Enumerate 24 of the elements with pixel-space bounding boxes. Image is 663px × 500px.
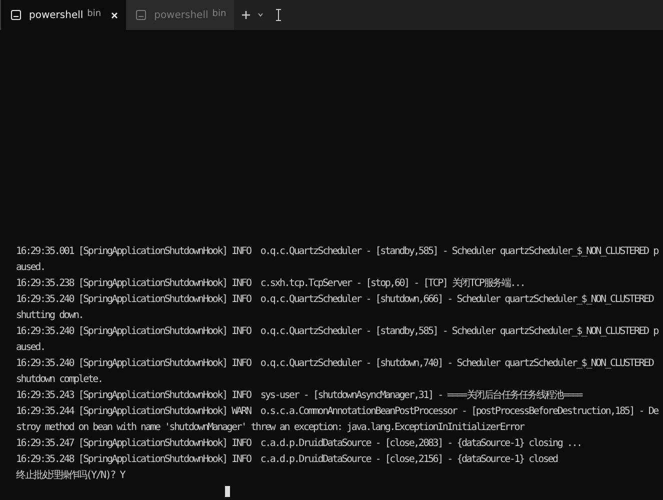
terminal-icon bbox=[136, 10, 146, 20]
terminal-line: aused. bbox=[16, 341, 46, 355]
terminal-line: stroy method on bean with name 'shutdownManager' threw an exception: java.lang.ExceptionInInitializerError bbox=[16, 421, 526, 435]
terminal-line: 16:29:35.238 [SpringApplicationShutdownHook] INFO c.sxh.tcp.TcpServer - [stop,60] - [TCP] 关闭TCP服务端... bbox=[16, 276, 526, 291]
terminal-line: 16:29:35.247 [SpringApplicationShutdownHook] INFO c.a.d.p.DruidDataSource - [close,2083] - {dataSource-1} closing ... bbox=[16, 437, 582, 451]
caret-icon[interactable] bbox=[258, 13, 264, 17]
terminal-tab[interactable]: powershell bin bbox=[126, 0, 234, 30]
plus-icon[interactable] bbox=[242, 11, 250, 19]
terminal-line: 16:29:35.248 [SpringApplicationShutdownHook] INFO c.a.d.p.DruidDataSource - [close,2156] - {dataSource-1} closed bbox=[16, 453, 559, 467]
terminal-line: 16:29:35.240 [SpringApplicationShutdownHook] INFO o.q.c.QuartzScheduler - [shutdown,666] - Scheduler quartzScheduler_$_NON_CLUSTERED bbox=[16, 293, 655, 307]
terminal-line: 16:29:35.001 [SpringApplicationShutdownHook] INFO o.q.c.QuartzScheduler - [standby,585] - Scheduler quartzScheduler_$_NON_CLUSTERED p bbox=[16, 245, 660, 259]
terminal-line: 16:29:35.243 [SpringApplicationShutdownHook] INFO sys-user - [shutdownAsyncManager,31] - ====关闭后台任务任务线程池==== bbox=[16, 388, 584, 403]
terminal-line: 16:29:35.244 [SpringApplicationShutdownHook] WARN o.s.c.a.CommonAnnotationBeanPostProcessor - [postProcessBeforeDestruction,185] - De bbox=[16, 405, 660, 419]
terminal-line: aused. bbox=[16, 261, 46, 275]
terminal-line: shutdown complete. bbox=[16, 373, 104, 387]
close-icon[interactable] bbox=[111, 12, 118, 18]
terminal-tab[interactable]: powershell bin bbox=[1, 0, 126, 30]
terminal-line: 终止批处理操作吗(Y/N)? Y bbox=[16, 468, 126, 483]
terminal-line: shutting down. bbox=[16, 309, 84, 323]
cursor-icon bbox=[225, 486, 230, 497]
terminal-icon bbox=[11, 10, 21, 20]
text-cursor-icon[interactable] bbox=[275, 9, 282, 21]
terminal-line: 16:29:35.240 [SpringApplicationShutdownHook] INFO o.q.c.QuartzScheduler - [standby,585] - Scheduler quartzScheduler_$_NON_CLUSTERED p bbox=[16, 325, 660, 339]
terminal-line: 16:29:35.240 [SpringApplicationShutdownHook] INFO o.q.c.QuartzScheduler - [shutdown,740] - Scheduler quartzScheduler_$_NON_CLUSTERED bbox=[16, 357, 655, 371]
